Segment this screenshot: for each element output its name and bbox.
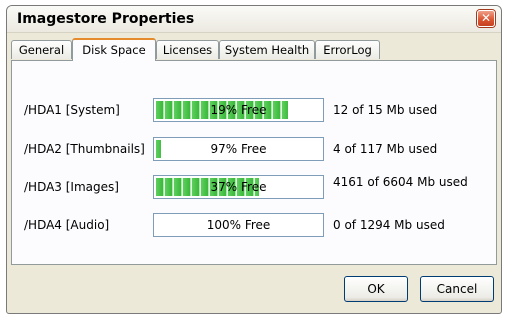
cancel-button[interactable]: Cancel: [420, 276, 494, 302]
properties-dialog: Imagestore Properties ✕ General Disk Spa…: [6, 5, 502, 314]
disk-usage-bar: 37% Free: [153, 175, 324, 199]
disk-usage-text: 0 of 1294 Mb used: [333, 218, 445, 232]
disk-label: /HDA1 [System]: [24, 103, 120, 117]
disk-usage-text: 4161 of 6604 Mb used: [333, 175, 468, 189]
disk-usage-text: 12 of 15 Mb used: [333, 103, 438, 117]
disk-label: /HDA4 [Audio]: [24, 218, 110, 232]
disk-free-text: 37% Free: [210, 180, 267, 194]
disk-usage-bar: 97% Free: [153, 137, 324, 161]
title-bar[interactable]: Imagestore Properties ✕: [7, 6, 501, 33]
disk-usage-bar: 100% Free: [153, 213, 324, 237]
disk-usage-bar: 19% Free: [153, 98, 324, 122]
disk-free-text: 19% Free: [210, 103, 267, 117]
disk-usage-text: 4 of 117 Mb used: [333, 142, 438, 156]
ok-button[interactable]: OK: [344, 276, 408, 302]
tab-errorlog[interactable]: ErrorLog: [315, 40, 380, 59]
tab-disk-space[interactable]: Disk Space: [72, 38, 156, 61]
disk-row: /HDA2 [Thumbnails] 97% Free 4 of 117 Mb …: [12, 136, 496, 164]
window-title: Imagestore Properties: [17, 11, 195, 27]
tab-system-health[interactable]: System Health: [219, 40, 315, 59]
disk-label: /HDA2 [Thumbnails]: [24, 142, 145, 156]
disk-free-text: 97% Free: [210, 142, 267, 156]
disk-label: /HDA3 [Images]: [24, 180, 119, 194]
disk-row: /HDA3 [Images] 37% Free 4161 of 6604 Mb …: [12, 174, 496, 202]
disk-space-panel: /HDA1 [System] 19% Free 12 of 15 Mb used…: [11, 60, 497, 265]
disk-row: /HDA4 [Audio] 100% Free 0 of 1294 Mb use…: [12, 212, 496, 240]
disk-free-text: 100% Free: [206, 218, 271, 232]
disk-row: /HDA1 [System] 19% Free 12 of 15 Mb used: [12, 97, 496, 125]
tab-licenses[interactable]: Licenses: [156, 40, 219, 59]
close-icon[interactable]: ✕: [477, 10, 495, 27]
tab-general[interactable]: General: [11, 40, 72, 59]
